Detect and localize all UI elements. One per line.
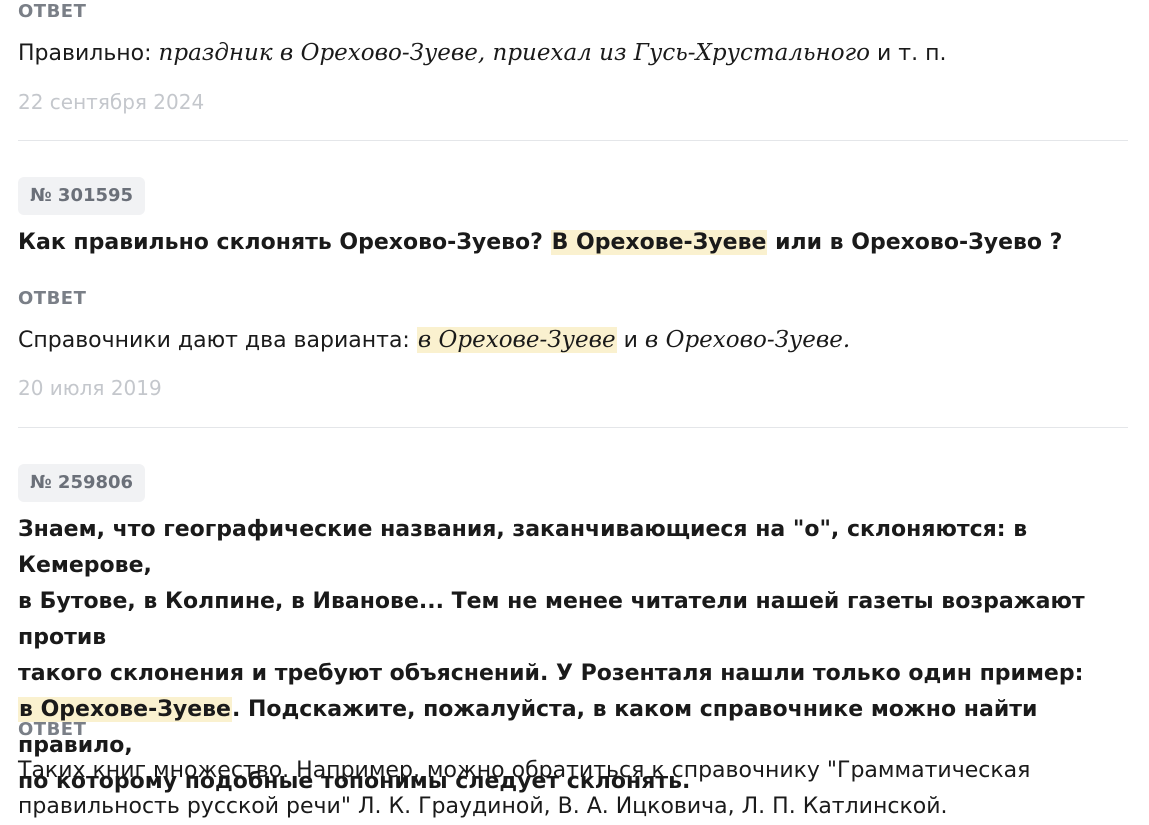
- answer-label: ОТВЕТ: [18, 288, 87, 309]
- answer-label: ОТВЕТ: [18, 1, 87, 22]
- question-line: такого склонения и требуют объяснений. У…: [18, 661, 1084, 686]
- search-highlight: В Орехове-Зуеве: [550, 230, 768, 255]
- question-text: Как правильно склонять Орехово-Зуево? В …: [18, 225, 1062, 261]
- answer-line: Таких книг множество. Например, можно об…: [18, 758, 1031, 783]
- answer-line: правильность русской речи" Л. К. Граудин…: [18, 794, 948, 819]
- question-part: Как правильно склонять Орехово-Зуево?: [18, 230, 551, 255]
- question-number[interactable]: № 259806: [18, 464, 146, 502]
- question-line: в Бутове, в Колпине, в Иванове... Тем не…: [18, 589, 1085, 650]
- answer-example: праздник в Орехово-Зуеве, приехал из Гус…: [158, 40, 871, 66]
- answer-date: 20 июля 2019: [18, 376, 162, 400]
- answer-date: 22 сентября 2024: [18, 90, 205, 114]
- answer-prefix: Справочники дают два варианта:: [18, 328, 417, 353]
- answer-text: Таких книг множество. Например, можно об…: [18, 753, 1030, 825]
- answer-mid: и: [616, 328, 645, 353]
- answer-example: в Орехово-Зуеве.: [644, 327, 851, 353]
- search-highlight: в Орехове-Зуеве: [416, 327, 617, 353]
- answer-prefix: Правильно:: [18, 41, 159, 66]
- divider: [18, 427, 1128, 428]
- answer-suffix: и т. п.: [870, 41, 947, 66]
- question-part: или в Орехово-Зуево ?: [767, 230, 1063, 255]
- question-line: Знаем, что географические названия, зака…: [18, 517, 1028, 578]
- question-number[interactable]: № 301595: [18, 177, 146, 215]
- answer-text: Правильно: праздник в Орехово-Зуеве, при…: [18, 35, 946, 72]
- answer-label: ОТВЕТ: [18, 719, 87, 740]
- answer-text: Справочники дают два варианта: в Орехове…: [18, 322, 850, 359]
- divider: [18, 140, 1128, 141]
